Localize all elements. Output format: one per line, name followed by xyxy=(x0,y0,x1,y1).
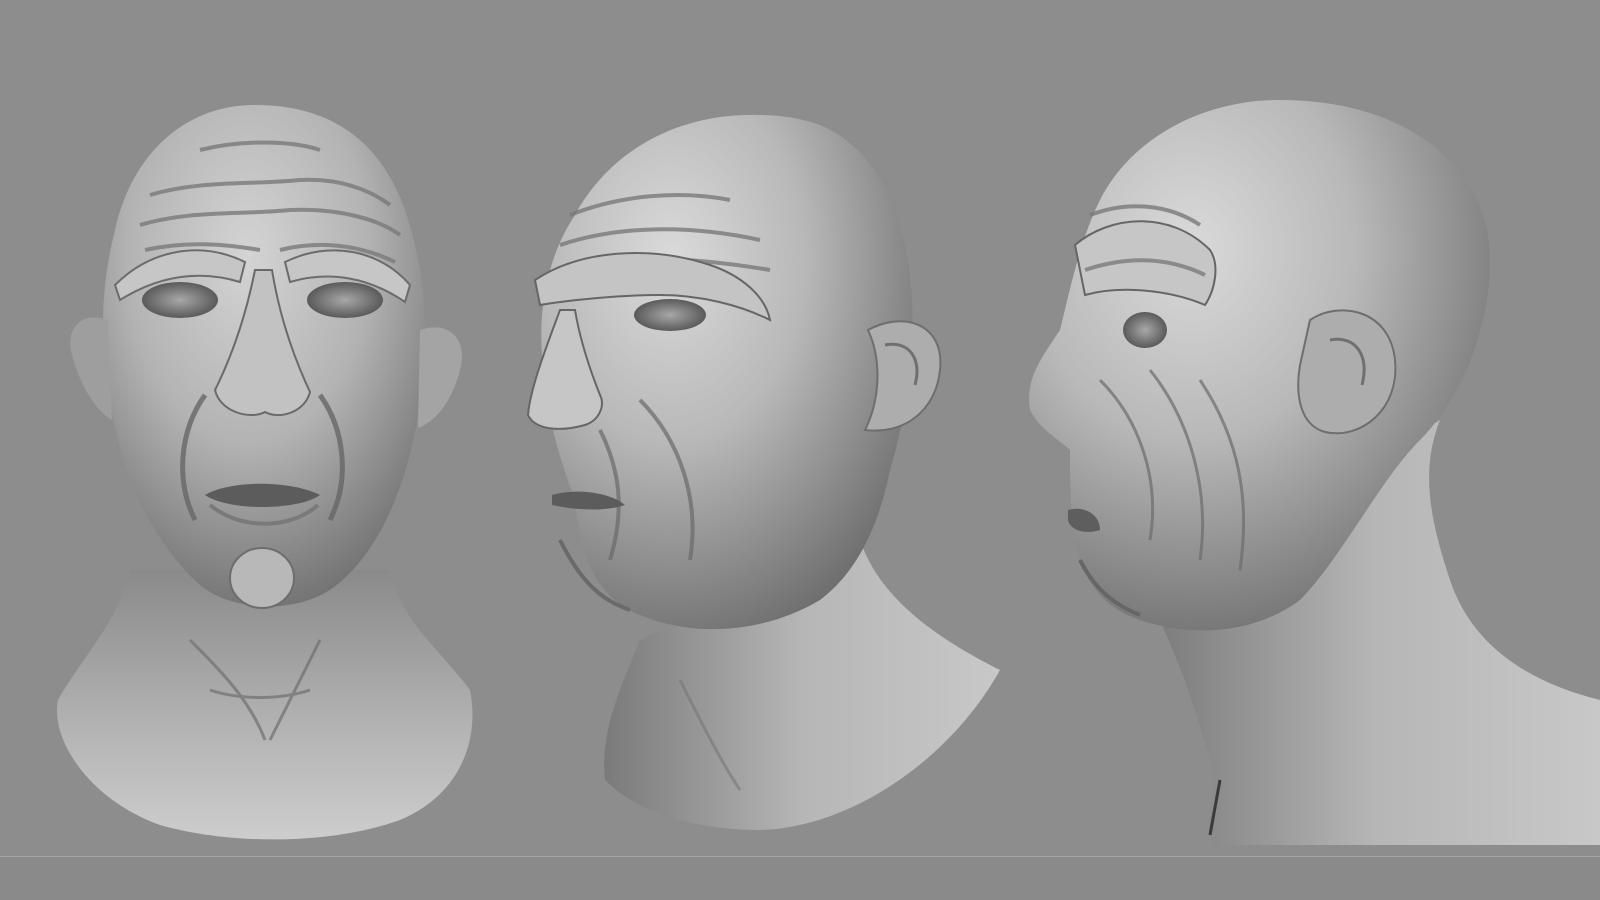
sculpt-viewport[interactable] xyxy=(0,0,1600,900)
head-three-quarter-view xyxy=(526,114,1000,830)
head-front-view xyxy=(56,105,473,840)
head-profile-view xyxy=(1029,100,1600,845)
sculpt-render xyxy=(56,100,1600,845)
